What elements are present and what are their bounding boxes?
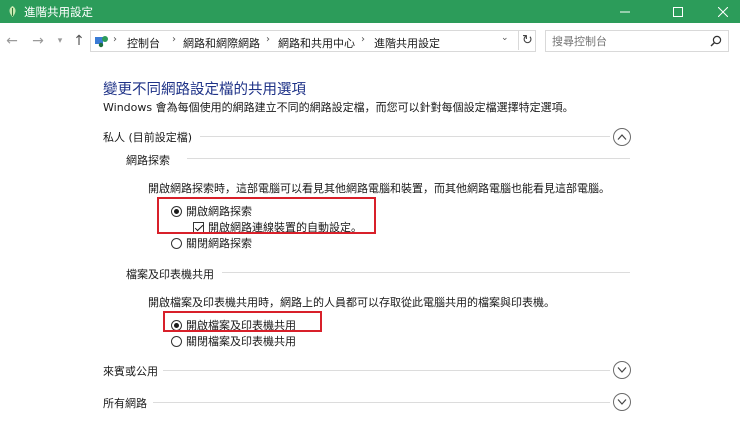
subsection-divider [187,158,630,159]
section-private-header[interactable]: 私人 (目前設定檔) [103,129,192,145]
highlight-box [163,311,322,332]
address-history-chevron-icon[interactable]: ⌄ [501,33,509,43]
network-discovery-off-option[interactable]: 關閉網路探索 [171,235,252,251]
section-guest-public-header[interactable]: 來賓或公用 [103,363,158,379]
chevron-down-icon [617,399,627,405]
control-panel-icon [95,36,108,48]
chevron-down-icon: ▾ [57,36,63,46]
maximize-icon [673,6,683,17]
search-icon[interactable] [710,35,722,47]
navigation-bar: ← → ▾ ↑ › 控制台 › 網路和網際網路 › 網路和共用中心 › 進階共用… [0,27,740,55]
option-label: 關閉檔案及印表機共用 [186,335,296,348]
close-icon [718,6,728,17]
page-description: Windows 會為每個使用的網路建立不同的網路設定檔，而您可以針對每個設定檔選… [103,101,574,114]
radio-button[interactable] [171,237,182,249]
minimize-button[interactable] [602,0,648,23]
breadcrumb-separator-icon: › [266,34,270,45]
highlight-box [157,197,376,234]
arrow-up-icon: ↑ [73,33,85,49]
section-all-networks-header[interactable]: 所有網路 [103,395,147,411]
section-divider [153,402,610,403]
collapse-private-button[interactable] [613,128,631,146]
breadcrumb-separator-icon: › [172,34,176,45]
file-printer-sharing-off-option[interactable]: 關閉檔案及印表機共用 [171,333,296,349]
refresh-button[interactable]: ↻ [518,30,536,50]
network-sharing-app-icon [9,6,16,17]
minimize-icon [620,11,630,12]
title-bar: 進階共用設定 [0,0,740,23]
window-title: 進階共用設定 [24,5,93,19]
back-button[interactable]: ← [4,33,20,49]
recent-locations-button[interactable]: ▾ [52,33,68,49]
expand-guest-public-button[interactable] [613,361,631,379]
close-button[interactable] [700,0,740,23]
subsection-divider [222,272,630,273]
section-divider [200,136,610,137]
breadcrumb-network-internet[interactable]: 網路和網際網路 [183,35,260,51]
search-input[interactable] [552,34,702,48]
network-discovery-description: 開啟網路探索時，這部電腦可以看見其他網路電腦和裝置，而其他網路電腦也能看見這部電… [148,182,610,195]
maximize-button[interactable] [655,0,701,23]
expand-all-networks-button[interactable] [613,393,631,411]
search-box[interactable] [545,30,729,52]
file-printer-sharing-title: 檔案及印表機共用 [126,268,214,281]
address-bar[interactable]: › 控制台 › 網路和網際網路 › 網路和共用中心 › 進階共用設定 [90,30,536,52]
breadcrumb-network-sharing-center[interactable]: 網路和共用中心 [278,35,355,51]
page-title: 變更不同網路設定檔的共用選項 [103,82,306,98]
refresh-icon: ↻ [522,32,533,48]
breadcrumb-separator-icon: › [361,34,365,45]
forward-button[interactable]: → [30,33,46,49]
chevron-up-icon [617,134,627,140]
arrow-left-icon: ← [6,33,18,49]
breadcrumb-control-panel[interactable]: 控制台 [127,35,160,51]
chevron-down-icon [617,367,627,373]
section-divider [163,370,610,371]
option-label: 關閉網路探索 [186,237,252,250]
breadcrumb-advanced-sharing[interactable]: 進階共用設定 [374,35,440,51]
file-printer-sharing-description: 開啟檔案及印表機共用時，網路上的人員都可以存取從此電腦共用的檔案與印表機。 [148,296,555,309]
breadcrumb-separator-icon: › [113,34,117,45]
arrow-right-icon: → [32,33,44,49]
radio-button[interactable] [171,335,182,347]
network-discovery-title: 網路探索 [126,154,170,167]
up-button[interactable]: ↑ [71,33,87,49]
